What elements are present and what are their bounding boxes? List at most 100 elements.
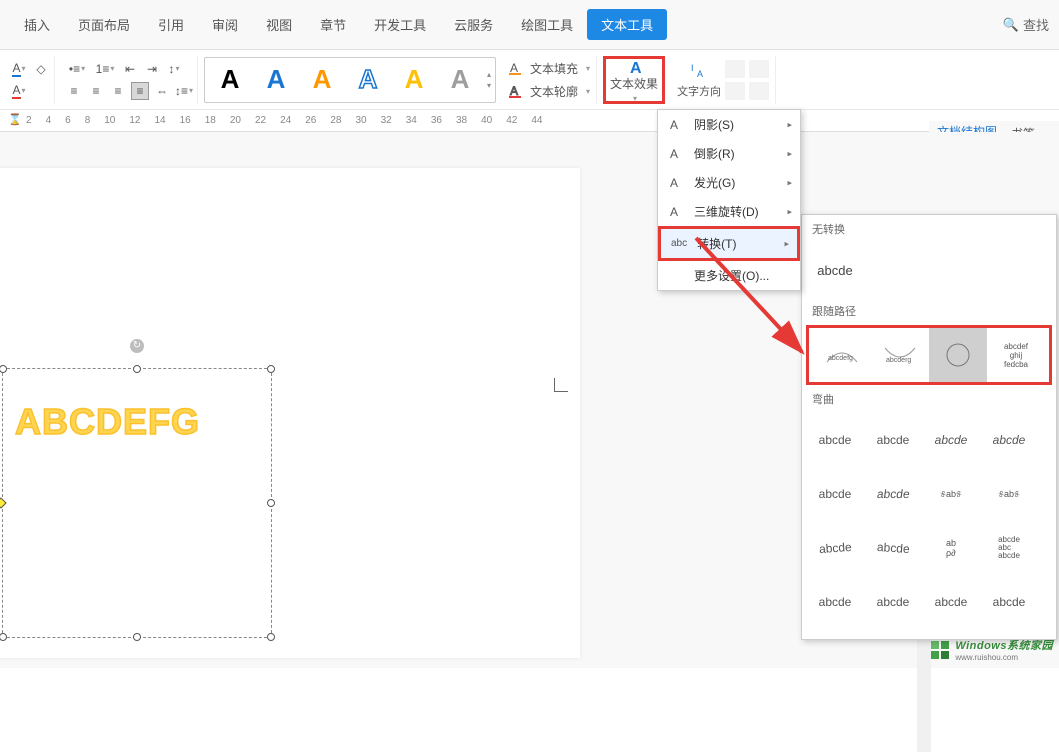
align-center-button[interactable]: ≡ [87, 82, 105, 100]
font-color-2-button[interactable]: A [10, 82, 28, 100]
effect-3d-rotate-item[interactable]: A 三维旋转(D)▸ [658, 197, 800, 226]
document-page[interactable]: ABCDEFG [0, 168, 580, 658]
warp-3-option[interactable]: abcde [922, 413, 980, 467]
eraser-button[interactable]: ◇ [32, 60, 50, 78]
distribute-button[interactable]: ⇔ [153, 82, 171, 100]
warp-8-option[interactable]: ୫ab୫ [980, 467, 1038, 521]
warp-9-option[interactable]: abcde [806, 521, 864, 575]
text-effect-dropdown: A 阴影(S)▸ A 倒影(R)▸ A 发光(G)▸ A 三维旋转(D)▸ ab… [657, 109, 801, 291]
warp-6-option[interactable]: abcde [864, 467, 922, 521]
ruler-marker-icon[interactable]: ⌛ [8, 113, 22, 126]
warp-13-option[interactable]: abcde [806, 575, 864, 629]
extra-1-button[interactable] [749, 60, 769, 78]
numbered-list-button[interactable]: 1≡ [93, 60, 117, 78]
effect-transform-item[interactable]: abc 转换(T)▸ [658, 226, 800, 261]
bullet-list-button[interactable]: •≡ [65, 60, 89, 78]
line-spacing-button[interactable]: ↕≡ [175, 82, 193, 100]
text-outline-button[interactable]: A 文本轮廓 [508, 82, 590, 101]
text-style-gallery[interactable]: A A A A A A ▴▾ [204, 57, 496, 103]
style-outline-blue[interactable]: A [347, 62, 389, 98]
warp-7-option[interactable]: ୫ab୫ [922, 467, 980, 521]
warp-4-option[interactable]: abcde [980, 413, 1038, 467]
text-effect-button[interactable]: A 文本效果 [610, 56, 658, 104]
style-yellow[interactable]: A [393, 62, 435, 98]
transform-none-option[interactable]: abcde [806, 243, 864, 297]
effect-reflection-item[interactable]: A 倒影(R)▸ [658, 139, 800, 168]
search-box[interactable]: 🔍 查找 [1003, 15, 1049, 34]
handle-mid-right[interactable] [267, 499, 275, 507]
tab-review[interactable]: 审阅 [198, 9, 252, 40]
link-create-button[interactable] [725, 60, 745, 78]
effect-more-settings-item[interactable]: 更多设置(O)... [658, 261, 800, 290]
rotate-handle-icon[interactable] [130, 339, 144, 353]
tab-view[interactable]: 视图 [252, 9, 306, 40]
watermark: Windows系统家园 www.ruishou.com [929, 637, 1053, 662]
path-circle-option[interactable] [929, 328, 987, 382]
decrease-indent-button[interactable]: ⇤ [121, 60, 139, 78]
shadow-icon: A [668, 117, 684, 133]
handle-bottom-left[interactable] [0, 633, 7, 641]
tab-dev-tools[interactable]: 开发工具 [360, 9, 440, 40]
warp-14-option[interactable]: abcde [864, 575, 922, 629]
align-justify-button[interactable]: ≡ [131, 82, 149, 100]
handle-top-left[interactable] [0, 365, 7, 373]
style-orange[interactable]: A [301, 62, 343, 98]
text-effect-button-highlight: A 文本效果 [603, 56, 665, 104]
tab-chapter[interactable]: 章节 [306, 9, 360, 40]
warp-1-option[interactable]: abcde [806, 413, 864, 467]
path-arch-down-option[interactable]: abcderg [871, 328, 929, 382]
handle-top-right[interactable] [267, 365, 275, 373]
warp-16-option[interactable]: abcde [980, 575, 1038, 629]
svg-text:A: A [630, 60, 642, 73]
svg-text:A: A [510, 84, 518, 98]
art-text-content[interactable]: ABCDEFG [15, 401, 200, 443]
tab-page-layout[interactable]: 页面布局 [64, 9, 144, 40]
text-fill-button[interactable]: A 文本填充 [508, 59, 590, 78]
handle-bottom-right[interactable] [267, 633, 275, 641]
svg-text:A: A [670, 118, 678, 132]
handle-top-center[interactable] [133, 365, 141, 373]
submenu-arrow-icon: ▸ [787, 206, 792, 217]
paragraph-spacing-button[interactable]: ↕ [165, 60, 183, 78]
style-gray[interactable]: A [439, 62, 481, 98]
handle-mid-left-adjust[interactable] [0, 497, 7, 508]
art-text-box[interactable]: ABCDEFG [2, 368, 272, 638]
effect-shadow-item[interactable]: A 阴影(S)▸ [658, 110, 800, 139]
submenu-header-follow-path: 跟随路径 [802, 297, 1056, 325]
increase-indent-button[interactable]: ⇥ [143, 60, 161, 78]
tab-references[interactable]: 引用 [144, 9, 198, 40]
follow-path-row-highlight: abcdefg abcderg abcdefghijfedcba [806, 325, 1052, 385]
search-icon: 🔍 [1003, 17, 1019, 33]
text-options-group: A 文本填充 A 文本轮廓 [502, 56, 597, 104]
style-blue[interactable]: A [255, 62, 297, 98]
transform-icon: abc [671, 238, 687, 249]
svg-text:A: A [670, 176, 678, 190]
align-right-button[interactable]: ≡ [109, 82, 127, 100]
extra-2-button[interactable] [749, 82, 769, 100]
tab-insert[interactable]: 插入 [10, 9, 64, 40]
horizontal-ruler[interactable]: ⌛ 2 4 6 8 10 12 14 16 18 20 22 24 26 28 … [0, 110, 1059, 132]
warp-10-option[interactable]: abcde [864, 521, 922, 575]
link-break-button[interactable] [725, 82, 745, 100]
text-direction-button[interactable]: IA 文字方向 [677, 61, 721, 99]
path-arch-up-icon: abcdefg [822, 340, 862, 370]
warp-11-option[interactable]: abρ∂ [922, 521, 980, 575]
path-arch-up-option[interactable]: abcdefg [813, 328, 871, 382]
handle-bottom-center[interactable] [133, 633, 141, 641]
style-black[interactable]: A [209, 62, 251, 98]
warp-2-option[interactable]: abcde [864, 413, 922, 467]
submenu-header-warp: 弯曲 [802, 385, 1056, 413]
font-color-button[interactable]: A [10, 60, 28, 78]
submenu-header-no-transform: 无转换 [802, 215, 1056, 243]
tab-text-tools[interactable]: 文本工具 [587, 9, 667, 40]
path-button-option[interactable]: abcdefghijfedcba [987, 328, 1045, 382]
effect-glow-item[interactable]: A 发光(G)▸ [658, 168, 800, 197]
tab-cloud[interactable]: 云服务 [440, 9, 507, 40]
warp-5-option[interactable]: abcde [806, 467, 864, 521]
warp-15-option[interactable]: abcde [922, 575, 980, 629]
warp-12-option[interactable]: abcdeabcabcde [980, 521, 1038, 575]
style-gallery-dropdown[interactable]: ▴▾ [487, 70, 491, 90]
reflection-icon: A [668, 146, 684, 162]
tab-drawing-tools[interactable]: 绘图工具 [507, 9, 587, 40]
align-left-button[interactable]: ≡ [65, 82, 83, 100]
